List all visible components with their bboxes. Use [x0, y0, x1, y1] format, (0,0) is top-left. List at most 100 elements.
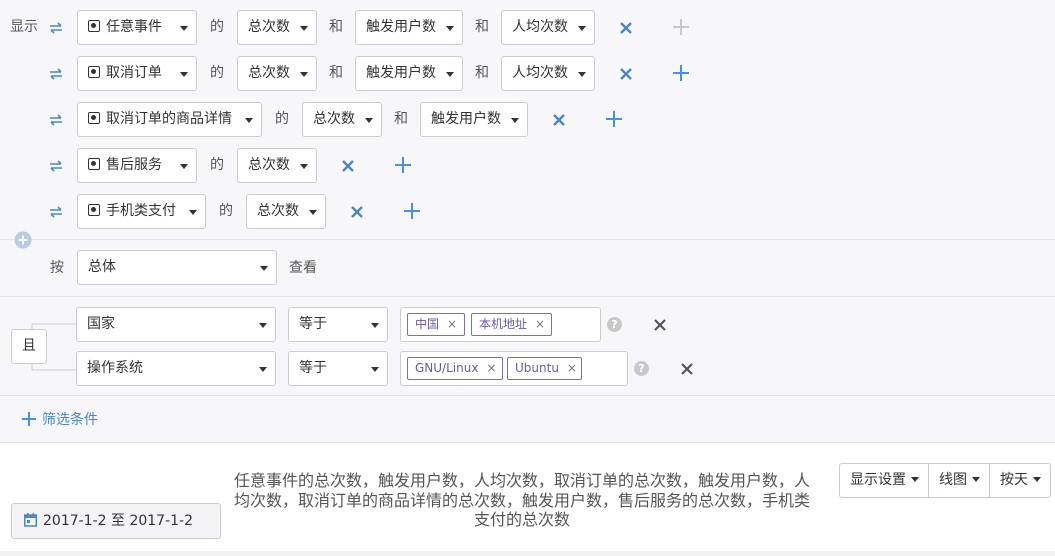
metric-label: 人均次数	[512, 19, 568, 35]
date-range-picker[interactable]: 2017-1-2 至 2017-1-2	[11, 503, 221, 539]
swap-icon[interactable]	[48, 67, 64, 81]
group-by-value: 总体	[88, 259, 116, 275]
divider	[0, 442, 1055, 443]
of-connector: 的	[210, 19, 224, 35]
filter-property-label: 国家	[87, 316, 115, 332]
chevron-down-icon	[189, 210, 197, 215]
and-connector: 和	[475, 19, 489, 35]
tag-remove-icon[interactable]: ×	[447, 314, 457, 335]
and-connector: 和	[394, 111, 408, 127]
swap-icon[interactable]	[48, 21, 64, 35]
help-icon[interactable]: ?	[634, 361, 649, 376]
add-metric-icon[interactable]	[673, 19, 689, 35]
add-metric-icon[interactable]	[673, 65, 689, 81]
metric-select[interactable]: 总次数	[302, 102, 382, 137]
add-filter-link[interactable]: 筛选条件	[42, 410, 98, 430]
filter-value-tag: 中国 ×	[407, 313, 465, 336]
add-metric-icon[interactable]	[606, 111, 622, 127]
event-select[interactable]: 取消订单的商品详情	[77, 102, 262, 137]
metric-select[interactable]: 人均次数	[501, 10, 595, 45]
remove-metric-icon[interactable]	[552, 113, 566, 127]
event-icon	[88, 20, 100, 32]
event-select[interactable]: 取消订单	[77, 56, 197, 91]
filter-operator-select[interactable]: 等于	[288, 307, 388, 342]
chart-title: 任意事件的总次数，触发用户数，人均次数，取消订单的总次数，触发用户数，人均次数，…	[233, 471, 810, 529]
divider	[0, 296, 1055, 297]
chevron-down-icon	[300, 26, 308, 31]
group-by-select[interactable]: 总体	[77, 250, 277, 285]
filter-property-select[interactable]: 国家	[76, 307, 276, 342]
filter-operator-label: 等于	[299, 360, 327, 376]
remove-metric-icon[interactable]	[341, 159, 355, 173]
swap-icon[interactable]	[48, 159, 64, 173]
event-select[interactable]: 任意事件	[77, 10, 197, 45]
of-connector: 的	[210, 65, 224, 81]
metric-label: 触发用户数	[366, 19, 436, 35]
event-select[interactable]: 手机类支付	[77, 194, 206, 229]
tag-remove-icon[interactable]: ×	[535, 314, 545, 335]
tag-remove-icon[interactable]: ×	[486, 358, 496, 379]
event-icon	[88, 204, 100, 216]
metric-label: 总次数	[257, 203, 299, 219]
remove-filter-icon[interactable]	[654, 319, 668, 333]
event-label: 任意事件	[106, 19, 162, 35]
time-unit-label: 按天	[1000, 472, 1028, 488]
group-by-suffix: 查看	[289, 260, 317, 276]
event-icon	[88, 158, 100, 170]
filter-value-label: 中国	[415, 317, 440, 331]
metric-select[interactable]: 总次数	[237, 148, 317, 183]
remove-filter-icon[interactable]	[681, 363, 695, 377]
filter-property-label: 操作系统	[87, 360, 143, 376]
chevron-down-icon	[245, 118, 253, 123]
tag-remove-icon[interactable]: ×	[567, 358, 577, 379]
chevron-down-icon	[446, 26, 454, 31]
chart-type-button[interactable]: 线图	[928, 463, 990, 498]
swap-icon[interactable]	[48, 205, 64, 219]
add-filter-icon[interactable]	[22, 412, 36, 426]
event-label: 售后服务	[106, 157, 162, 173]
metric-label: 总次数	[248, 157, 290, 173]
metric-select[interactable]: 总次数	[237, 10, 317, 45]
filter-value-tag: Ubuntu ×	[507, 357, 582, 380]
metric-select[interactable]: 总次数	[237, 56, 317, 91]
chart-type-label: 线图	[939, 472, 967, 488]
chevron-down-icon	[511, 118, 519, 123]
chevron-down-icon	[180, 164, 188, 169]
display-settings-button[interactable]: 显示设置	[839, 463, 929, 498]
metric-select[interactable]: 触发用户数	[420, 102, 528, 137]
add-metric-icon[interactable]	[404, 203, 420, 219]
logic-label: 且	[22, 338, 36, 354]
metric-select[interactable]: 触发用户数	[355, 10, 463, 45]
event-icon	[88, 66, 100, 78]
remove-metric-icon[interactable]	[350, 205, 364, 219]
help-icon[interactable]: ?	[607, 317, 622, 332]
filter-property-select[interactable]: 操作系统	[76, 351, 276, 386]
chevron-down-icon	[259, 367, 267, 372]
group-by-prefix: 按	[50, 260, 64, 276]
of-connector: 的	[219, 203, 233, 219]
add-metric-icon[interactable]	[395, 157, 411, 173]
remove-metric-icon[interactable]	[619, 21, 633, 35]
metric-select[interactable]: 人均次数	[501, 56, 595, 91]
metric-select[interactable]: 触发用户数	[355, 56, 463, 91]
chevron-down-icon	[1033, 477, 1041, 482]
remove-metric-icon[interactable]	[619, 67, 633, 81]
event-label: 取消订单	[106, 65, 162, 81]
chevron-down-icon	[300, 164, 308, 169]
add-metric-row-icon[interactable]	[14, 231, 32, 249]
chevron-down-icon	[911, 477, 919, 482]
chevron-down-icon	[972, 477, 980, 482]
swap-icon[interactable]	[48, 113, 64, 127]
filter-operator-select[interactable]: 等于	[288, 351, 388, 386]
metric-select[interactable]: 总次数	[246, 194, 326, 229]
time-unit-button[interactable]: 按天	[989, 463, 1051, 498]
filter-value-tag: GNU/Linux ×	[407, 357, 503, 380]
logic-toggle-button[interactable]: 且	[11, 329, 47, 364]
filter-operator-label: 等于	[299, 316, 327, 332]
of-connector: 的	[210, 157, 224, 173]
event-label: 手机类支付	[106, 203, 176, 219]
and-connector: 和	[329, 19, 343, 35]
filter-value-tag: 本机地址 ×	[471, 313, 552, 336]
filter-value-label: GNU/Linux	[415, 361, 479, 375]
event-select[interactable]: 售后服务	[77, 148, 197, 183]
